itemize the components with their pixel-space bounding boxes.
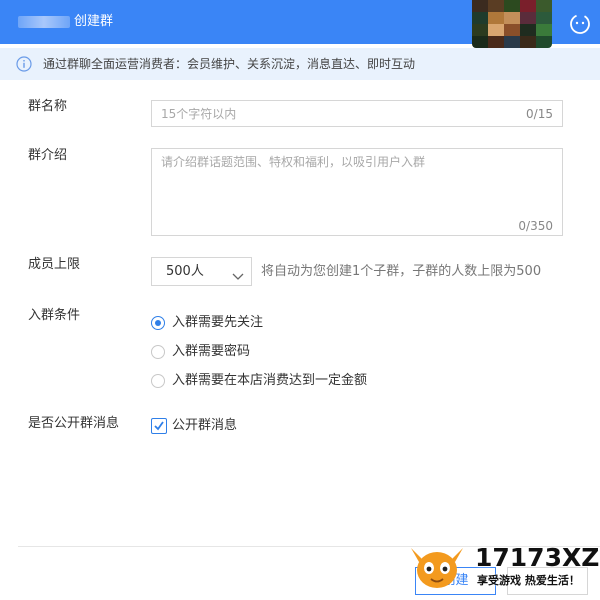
- join-condition-label: 入群条件: [28, 308, 81, 323]
- public-messages-checkbox[interactable]: [151, 418, 167, 434]
- radio-button[interactable]: [151, 316, 165, 330]
- watermark: 17173XZ 享受游戏 热爱生活！: [405, 540, 600, 598]
- radio-label: 入群需要先关注: [172, 315, 264, 330]
- radio-label: 入群需要密码: [172, 344, 251, 359]
- info-circle-icon: [16, 56, 32, 72]
- group-intro-counter: 0/350: [518, 219, 553, 233]
- group-name-label: 群名称: [28, 99, 68, 114]
- group-intro-placeholder: 请介绍群话题范围、特权和福利，以吸引用户入群: [161, 155, 426, 169]
- member-limit-label: 成员上限: [28, 257, 81, 272]
- radio-button[interactable]: [151, 374, 165, 388]
- radio-label: 入群需要在本店消费达到一定金额: [172, 373, 368, 388]
- public-messages-label: 是否公开群消息: [28, 416, 120, 431]
- info-text: 通过群聊全面运营消费者：会员维护、关系沉淀，消息直达、即时互动: [43, 57, 416, 71]
- window-title: 创建群: [18, 14, 113, 30]
- info-banner: 通过群聊全面运营消费者：会员维护、关系沉淀，消息直达、即时互动: [0, 48, 600, 80]
- watermark-name: 17173XZ: [475, 543, 600, 572]
- pixelated-avatar: [472, 0, 552, 48]
- group-intro-label: 群介绍: [28, 148, 68, 163]
- title-bar: 创建群: [0, 0, 600, 48]
- checkbox-label: 公开群消息: [172, 418, 238, 433]
- checkmark-icon: [154, 421, 164, 431]
- radio-button[interactable]: [151, 345, 165, 359]
- group-intro-textarea[interactable]: 请介绍群话题范围、特权和福利，以吸引用户入群 0/350: [151, 148, 563, 236]
- mascot-logo-icon: [405, 540, 469, 596]
- chevron-down-icon: [232, 267, 244, 280]
- group-name-input[interactable]: 15个字符以内 0/15: [151, 100, 563, 127]
- group-name-placeholder: 15个字符以内: [161, 107, 237, 121]
- redacted-text: [18, 15, 70, 28]
- member-limit-hint: 将自动为您创建1个子群，子群的人数上限为500: [261, 264, 542, 279]
- watermark-slogan: 享受游戏 热爱生活！: [477, 574, 580, 587]
- group-name-counter: 0/15: [526, 107, 553, 121]
- member-limit-select[interactable]: 500人: [151, 257, 252, 286]
- member-limit-value: 500人: [166, 264, 204, 279]
- question-circle-icon[interactable]: [568, 12, 592, 36]
